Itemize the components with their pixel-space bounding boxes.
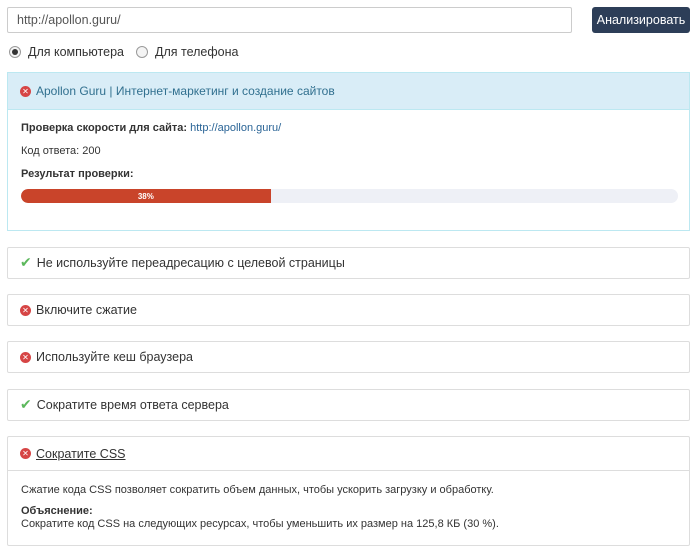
speed-check-url[interactable]: http://apollon.guru/ (190, 122, 281, 134)
css-section-header[interactable]: ✕ Сократите CSS (8, 437, 689, 471)
check-icon: ✔ (20, 397, 32, 413)
check-result-label: Результат проверки: (21, 168, 134, 180)
css-section-title[interactable]: Сократите CSS (36, 447, 126, 461)
speed-check-line: Проверка скорости для сайта: http://apol… (21, 122, 281, 134)
recommendation-redirect[interactable]: ✔ Не используйте переадресацию с целевой… (7, 247, 690, 279)
score-progress-bar: 38% (21, 189, 678, 203)
speed-check-label: Проверка скорости для сайта: (21, 122, 188, 134)
css-explanation-title: Объяснение: (21, 505, 93, 517)
error-circle-icon: ✕ (20, 351, 31, 363)
radio-mobile[interactable] (135, 46, 148, 58)
css-description: Сжатие кода CSS позволяет сократить объе… (21, 484, 494, 496)
recommendation-label: Не используйте переадресацию с целевой с… (36, 256, 345, 270)
response-code-line: Код ответа: 200 (21, 145, 101, 157)
recommendation-browser-cache[interactable]: ✕ Используйте кеш браузера (7, 341, 690, 373)
recommendation-server-response[interactable]: ✔ Сократите время ответа сервера (7, 389, 690, 421)
css-section-body: Сжатие кода CSS позволяет сократить объе… (21, 484, 499, 531)
check-result-line: Результат проверки: (21, 168, 134, 180)
result-panel: ✕ Apollon Guru | Интернет-маркетинг и со… (7, 72, 690, 231)
site-title: Apollon Guru | Интернет-маркетинг и созд… (36, 84, 335, 98)
radio-desktop-label[interactable]: Для компьютера (28, 45, 124, 59)
recommendation-label: Используйте кеш браузера (36, 350, 194, 364)
response-code-value: 200 (82, 145, 101, 157)
url-input[interactable]: http://apollon.guru/ (7, 7, 572, 33)
recommendation-label: Включите сжатие (36, 303, 137, 317)
error-circle-icon: ✕ (20, 304, 31, 316)
error-circle-icon: ✕ (20, 448, 31, 459)
response-code-label: Код ответа: (21, 145, 80, 157)
result-header: ✕ Apollon Guru | Интернет-маркетинг и со… (8, 73, 689, 110)
css-explanation-text: Сократите код CSS на следующих ресурсах,… (21, 518, 499, 530)
analyze-button[interactable]: Анализировать (592, 7, 690, 33)
recommendation-compression[interactable]: ✕ Включите сжатие (7, 294, 690, 326)
css-section: ✕ Сократите CSS Сжатие кода CSS позволяе… (7, 436, 690, 546)
radio-desktop[interactable] (9, 46, 21, 58)
recommendation-label: Сократите время ответа сервера (36, 398, 229, 412)
score-label: 38% (137, 191, 154, 201)
device-selector: Для компьютера Для телефона (9, 44, 250, 60)
radio-mobile-label[interactable]: Для телефона (155, 45, 238, 59)
score-progress-fill: 38% (21, 189, 271, 203)
check-icon: ✔ (20, 255, 32, 271)
error-circle-icon: ✕ (20, 85, 31, 97)
